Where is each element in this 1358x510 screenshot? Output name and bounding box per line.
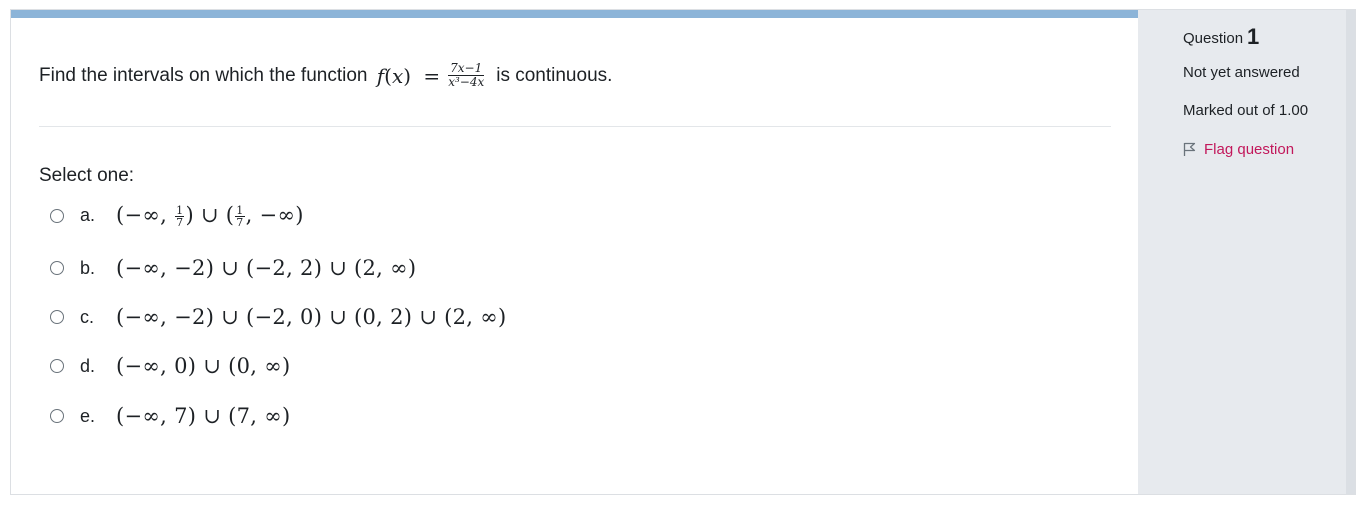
answer-option-d[interactable]: d. (−∞, 0) ∪ (0, ∞) (50, 354, 291, 378)
flag-question-label: Flag question (1204, 141, 1295, 158)
question-text: Find the intervals on which the function… (39, 62, 612, 89)
fraction-denominator: 7 (176, 216, 184, 229)
equals-sign: = (423, 63, 441, 88)
answer-option-c[interactable]: c. (−∞, −2) ∪ (−2, 0) ∪ (0, 2) ∪ (2, ∞) (50, 305, 507, 329)
function-fraction: 7x−1 x³−4x (446, 62, 486, 89)
answer-option-b[interactable]: b. (−∞, −2) ∪ (−2, 2) ∪ (2, ∞) (50, 256, 416, 280)
question-number-value: 1 (1247, 24, 1260, 49)
option-letter: b. (80, 257, 96, 278)
option-a-math: (−∞, 1 7) ∪ (1 7, −∞) (116, 203, 304, 228)
radio-option-c[interactable] (50, 310, 64, 324)
option-c-math: (−∞, −2) ∪ (−2, 0) ∪ (0, 2) ∪ (2, ∞) (116, 305, 507, 329)
question-state: Not yet answered (1183, 64, 1300, 81)
question-info-panel (1138, 10, 1346, 494)
answer-option-e[interactable]: e. (−∞, 7) ∪ (7, ∞) (50, 404, 291, 428)
question-label: Question (1183, 30, 1244, 47)
option-letter: e. (80, 405, 96, 426)
panel-edge (1346, 10, 1355, 494)
option-a-fraction-1: 17 (175, 205, 185, 229)
option-letter: d. (80, 355, 96, 376)
radio-option-d[interactable] (50, 359, 64, 373)
question-divider (39, 126, 1111, 127)
option-d-math: (−∞, 0) ∪ (0, ∞) (116, 354, 291, 378)
flag-outline-icon (1183, 142, 1196, 156)
option-letter: a. (80, 205, 96, 225)
flag-question-link[interactable]: Flag question (1183, 141, 1294, 158)
function-expression: f(x) = (376, 63, 441, 88)
option-e-math: (−∞, 7) ∪ (7, ∞) (116, 404, 291, 428)
question-number: Question 1 (1183, 24, 1259, 50)
answer-option-a[interactable]: a. (−∞, 1 7) ∪ (1 7, −∞) (50, 203, 304, 228)
question-header-bar (11, 10, 1138, 18)
fraction-denominator: 7 (236, 216, 244, 229)
radio-option-a[interactable] (50, 208, 64, 223)
option-a-part: , −∞) (245, 203, 304, 227)
question-text-after: is continuous. (496, 64, 613, 86)
radio-option-b[interactable] (50, 261, 64, 275)
option-letter: c. (80, 306, 95, 327)
question-grade: Marked out of 1.00 (1183, 102, 1309, 119)
option-a-part: ) ∪ ( (185, 203, 235, 227)
option-a-part: (−∞, (116, 203, 175, 227)
option-b-math: (−∞, −2) ∪ (−2, 2) ∪ (2, ∞) (116, 256, 417, 280)
function-arg: x (391, 63, 404, 88)
option-a-fraction-2: 17 (235, 205, 245, 229)
question-text-before: Find the intervals on which the function (39, 64, 373, 86)
select-one-prompt: Select one: (39, 165, 135, 186)
radio-option-e[interactable] (50, 409, 64, 423)
fraction-numerator: 7x−1 (448, 61, 485, 76)
fraction-denominator: x³−4x (448, 75, 485, 89)
